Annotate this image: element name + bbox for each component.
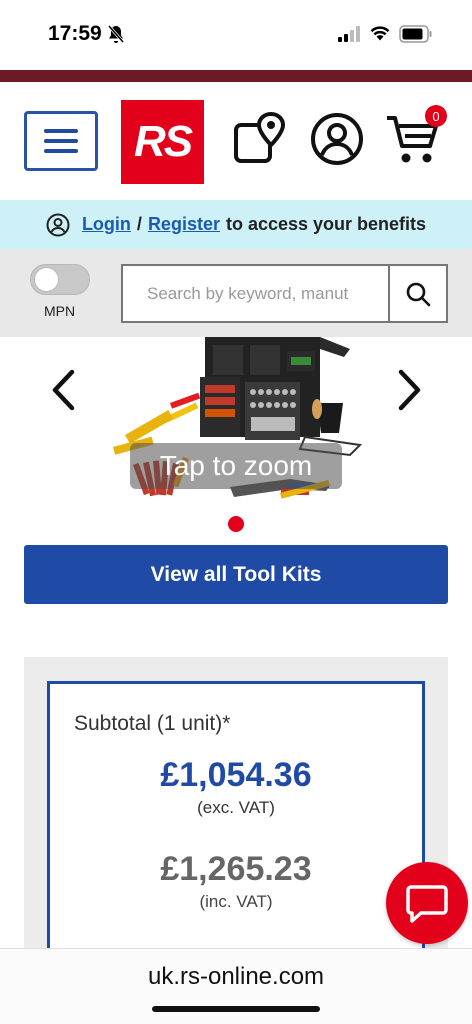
chat-icon [406, 885, 448, 923]
wifi-icon [370, 26, 390, 41]
search-bar: MPN [0, 249, 472, 337]
login-separator: / [136, 214, 142, 234]
mpn-label: MPN [44, 303, 76, 319]
store-locator-icon[interactable] [233, 112, 287, 166]
price-excluding-vat-note: (exc. VAT) [197, 798, 275, 817]
cart-count-badge: 0 [425, 105, 447, 127]
rs-logo[interactable]: RS [121, 100, 204, 184]
toggle-knob [34, 267, 59, 292]
gallery-dot-active[interactable] [228, 516, 244, 532]
price-including-vat: £1,265.23 [160, 850, 312, 888]
menu-icon-bar [44, 139, 78, 143]
price-excluding-vat: £1,054.36 [160, 756, 312, 794]
previous-image-arrow-icon[interactable] [50, 369, 76, 411]
menu-button[interactable] [24, 111, 98, 171]
search-input[interactable] [121, 264, 389, 323]
battery-icon [399, 25, 432, 43]
price-including-vat-note: (inc. VAT) [199, 892, 273, 911]
register-link[interactable]: Register [148, 214, 220, 235]
search-button[interactable] [388, 264, 448, 323]
price-box: Subtotal (1 unit)* £1,054.36 (exc. VAT) … [47, 681, 425, 981]
browser-url-bar[interactable]: uk.rs-online.com [0, 948, 472, 1024]
chat-button[interactable] [386, 862, 468, 944]
view-all-tool-kits-button[interactable]: View all Tool Kits [24, 545, 448, 604]
logo-text: RS [133, 117, 193, 166]
user-icon [46, 213, 70, 236]
login-banner-text: to access your benefits [225, 214, 427, 234]
product-gallery: Tap to zoom [0, 337, 472, 537]
account-icon[interactable] [310, 112, 364, 166]
menu-icon-bar [44, 149, 78, 153]
url-text[interactable]: uk.rs-online.com [0, 963, 472, 991]
search-icon [406, 282, 431, 306]
price-panel: Subtotal (1 unit)* £1,054.36 (exc. VAT) … [24, 657, 448, 981]
login-link[interactable]: Login [82, 214, 131, 235]
site-header: RS 0 [0, 82, 472, 200]
home-indicator [152, 1006, 320, 1012]
login-banner: Login / Register to access your benefits [0, 200, 472, 249]
bell-muted-icon [107, 25, 125, 43]
subtotal-label: Subtotal (1 unit)* [74, 712, 231, 735]
tap-to-zoom-label[interactable]: Tap to zoom [130, 443, 342, 489]
next-image-arrow-icon[interactable] [397, 369, 423, 411]
status-time: 17:59 [48, 22, 102, 45]
top-stripe [0, 70, 472, 82]
menu-icon-bar [44, 129, 78, 133]
mpn-toggle[interactable] [30, 264, 90, 295]
status-bar: 17:59 [0, 0, 472, 70]
signal-icon [338, 26, 360, 42]
